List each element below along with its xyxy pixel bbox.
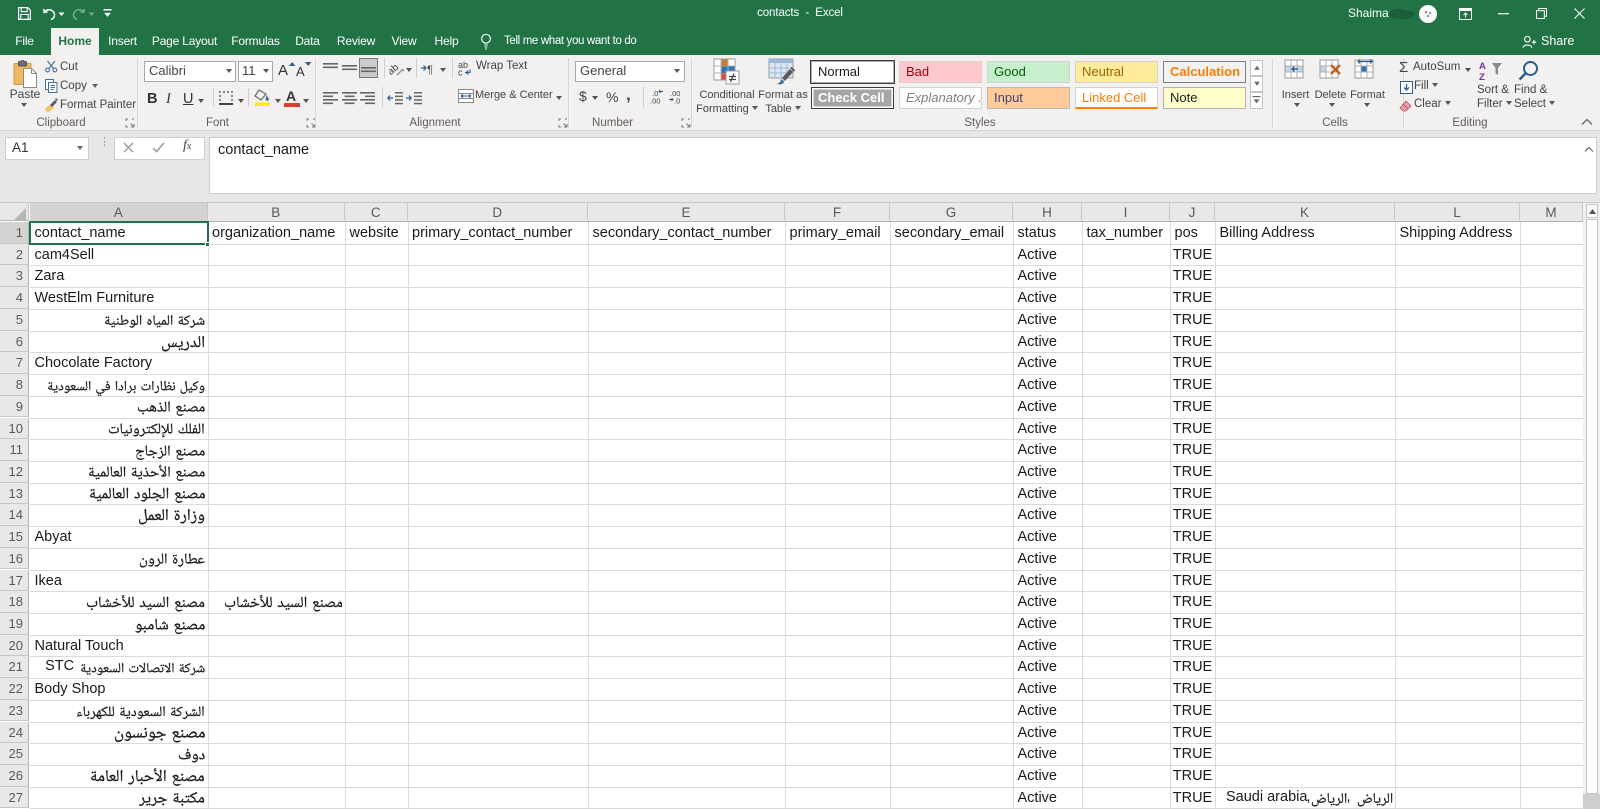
svg-text:A: A bbox=[1479, 61, 1486, 72]
svg-text:c: c bbox=[458, 68, 463, 77]
svg-text:.00: .00 bbox=[650, 97, 660, 105]
svg-text:¶: ¶ bbox=[427, 64, 433, 75]
svg-text:ab: ab bbox=[389, 62, 401, 77]
svg-text:Z: Z bbox=[1479, 72, 1485, 81]
svg-text:.0: .0 bbox=[674, 97, 680, 105]
